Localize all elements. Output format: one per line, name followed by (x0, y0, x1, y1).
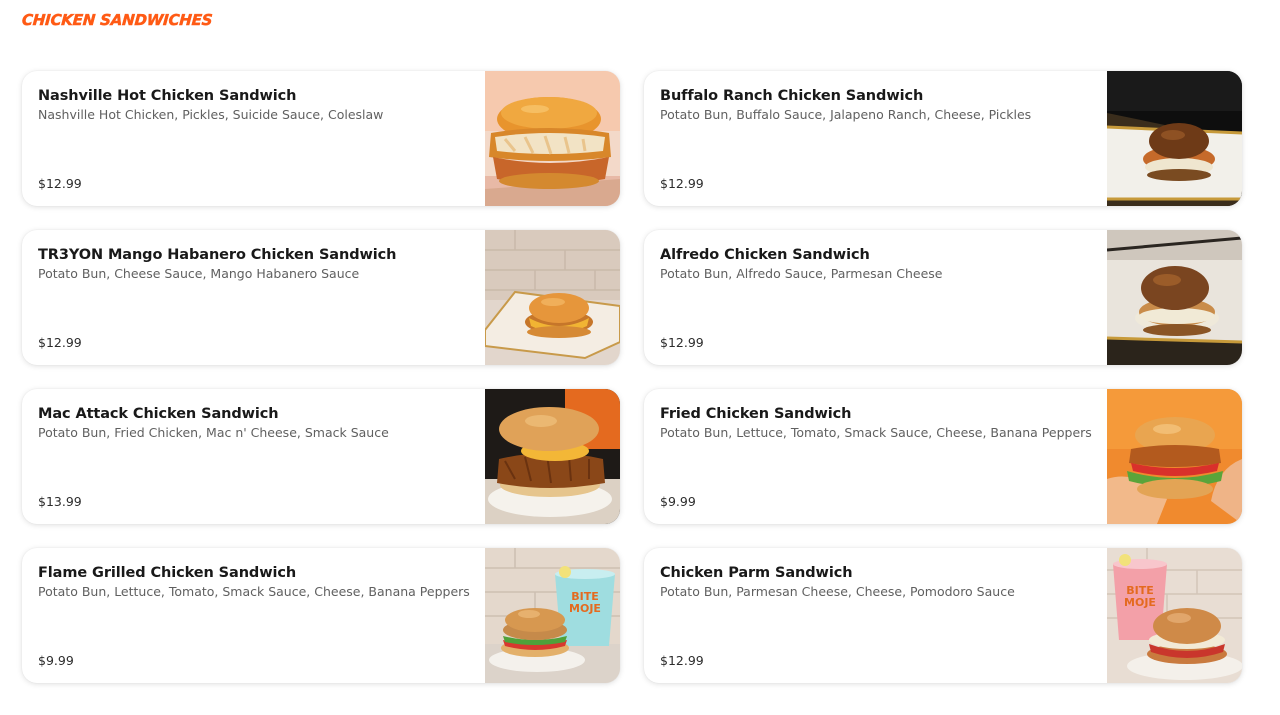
menu-item-text: Chicken Parm Sandwich Potato Bun, Parmes… (660, 564, 1092, 669)
menu-item-name: Alfredo Chicken Sandwich (660, 247, 870, 263)
menu-item-description: Potato Bun, Lettuce, Tomato, Smack Sauce… (38, 584, 470, 599)
svg-text:MOJE: MOJE (569, 602, 601, 615)
menu-item-text: Nashville Hot Chicken Sandwich Nashville… (38, 87, 470, 192)
menu-item-image: BITE MOJE (485, 548, 620, 683)
menu-item-price: $12.99 (38, 176, 82, 191)
menu-item-text: Alfredo Chicken Sandwich Potato Bun, Alf… (660, 246, 1092, 351)
menu-item-name: Fried Chicken Sandwich (660, 406, 852, 422)
menu-item-price: $9.99 (38, 653, 74, 668)
menu-item-card[interactable]: Nashville Hot Chicken Sandwich Nashville… (22, 71, 620, 206)
sandwich-photo: BITE MOJE (1107, 548, 1242, 683)
menu-item-description: Potato Bun, Parmesan Cheese, Cheese, Pom… (660, 584, 1015, 599)
menu-item-text: Buffalo Ranch Chicken Sandwich Potato Bu… (660, 87, 1092, 192)
sandwich-photo (1107, 230, 1242, 365)
menu-item-image (485, 71, 620, 206)
menu-item-name: Nashville Hot Chicken Sandwich (38, 88, 297, 104)
menu-item-price: $12.99 (38, 335, 82, 350)
menu-item-description: Potato Bun, Alfredo Sauce, Parmesan Chee… (660, 266, 943, 281)
sandwich-photo (485, 71, 620, 206)
menu-item-card[interactable]: Chicken Parm Sandwich Potato Bun, Parmes… (644, 548, 1242, 683)
menu-page: CHICKEN SANDWICHES Nashville Hot Chicken… (0, 0, 1280, 715)
menu-item-name: Mac Attack Chicken Sandwich (38, 406, 279, 422)
menu-item-card[interactable]: Buffalo Ranch Chicken Sandwich Potato Bu… (644, 71, 1242, 206)
menu-item-card[interactable]: Fried Chicken Sandwich Potato Bun, Lettu… (644, 389, 1242, 524)
menu-item-image (485, 230, 620, 365)
menu-item-price: $12.99 (660, 176, 704, 191)
svg-text:MOJE: MOJE (1124, 596, 1156, 609)
menu-item-description: Potato Bun, Buffalo Sauce, Jalapeno Ranc… (660, 107, 1032, 122)
menu-item-image (1107, 230, 1242, 365)
menu-item-price: $12.99 (660, 335, 704, 350)
menu-item-description: Potato Bun, Fried Chicken, Mac n' Cheese… (38, 425, 389, 440)
menu-item-name: Buffalo Ranch Chicken Sandwich (660, 88, 924, 104)
menu-item-price: $12.99 (660, 653, 704, 668)
menu-item-text: Fried Chicken Sandwich Potato Bun, Lettu… (660, 405, 1092, 510)
menu-item-text: TR3YON Mango Habanero Chicken Sandwich P… (38, 246, 470, 351)
menu-item-image (1107, 389, 1242, 524)
section-title: CHICKEN SANDWICHES (21, 11, 213, 30)
menu-item-card[interactable]: Alfredo Chicken Sandwich Potato Bun, Alf… (644, 230, 1242, 365)
menu-item-grid: Nashville Hot Chicken Sandwich Nashville… (22, 71, 1243, 683)
sandwich-photo: BITE MOJE (485, 548, 620, 683)
menu-item-text: Flame Grilled Chicken Sandwich Potato Bu… (38, 564, 470, 669)
menu-item-description: Potato Bun, Lettuce, Tomato, Smack Sauce… (660, 425, 1092, 440)
sandwich-photo (485, 389, 620, 524)
menu-item-description: Potato Bun, Cheese Sauce, Mango Habanero… (38, 266, 360, 281)
menu-item-description: Nashville Hot Chicken, Pickles, Suicide … (38, 107, 384, 122)
sandwich-photo (485, 230, 620, 365)
menu-item-card[interactable]: Mac Attack Chicken Sandwich Potato Bun, … (22, 389, 620, 524)
menu-item-card[interactable]: TR3YON Mango Habanero Chicken Sandwich P… (22, 230, 620, 365)
menu-item-image (1107, 71, 1242, 206)
sandwich-photo (1107, 71, 1242, 206)
menu-item-name: Chicken Parm Sandwich (660, 565, 853, 581)
menu-item-name: Flame Grilled Chicken Sandwich (38, 565, 297, 581)
menu-item-card[interactable]: Flame Grilled Chicken Sandwich Potato Bu… (22, 548, 620, 683)
menu-item-price: $9.99 (660, 494, 696, 509)
menu-item-image (485, 389, 620, 524)
sandwich-photo (1107, 389, 1242, 524)
menu-item-text: Mac Attack Chicken Sandwich Potato Bun, … (38, 405, 470, 510)
menu-item-name: TR3YON Mango Habanero Chicken Sandwich (38, 247, 397, 263)
menu-item-image: BITE MOJE (1107, 548, 1242, 683)
menu-item-price: $13.99 (38, 494, 82, 509)
